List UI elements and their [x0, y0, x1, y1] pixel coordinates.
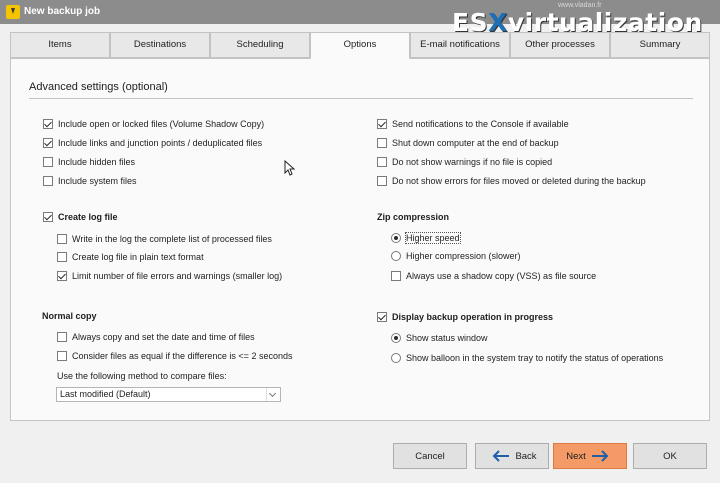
tab-scheduling[interactable]: Scheduling [210, 32, 310, 58]
radio-button[interactable] [391, 233, 401, 243]
window-title: New backup job [24, 6, 101, 17]
checkbox[interactable] [57, 332, 67, 342]
checkbox[interactable] [57, 252, 67, 262]
option-include-system[interactable]: Include system files [43, 174, 137, 188]
tab-bar: Items Destinations Scheduling Options E-… [10, 32, 710, 59]
chevron-down-icon[interactable] [266, 388, 280, 401]
option-include-hidden[interactable]: Include hidden files [43, 155, 135, 169]
normal-copy-heading: Normal copy [42, 311, 97, 321]
app-download-icon [6, 5, 20, 19]
checkbox[interactable] [377, 312, 387, 322]
radio-balloon-tray[interactable]: Show balloon in the system tray to notif… [391, 351, 663, 365]
arrow-left-icon [493, 450, 510, 462]
next-button[interactable]: Next [553, 443, 627, 469]
back-button[interactable]: Back [475, 443, 549, 469]
checkbox[interactable] [57, 271, 67, 281]
checkbox[interactable] [57, 234, 67, 244]
checkbox[interactable] [57, 351, 67, 361]
option-no-errors[interactable]: Do not show errors for files moved or de… [377, 174, 646, 188]
radio-button[interactable] [391, 333, 401, 343]
compare-method-label: Use the following method to compare file… [57, 371, 227, 381]
option-consider-equal[interactable]: Consider files as equal if the differenc… [57, 349, 292, 363]
tab-summary[interactable]: Summary [610, 32, 710, 58]
compare-method-value: Last modified (Default) [60, 389, 151, 399]
option-shutdown[interactable]: Shut down computer at the end of backup [377, 136, 559, 150]
option-create-log[interactable]: Create log file [43, 210, 118, 224]
mouse-cursor-icon [284, 160, 296, 176]
cancel-button[interactable]: Cancel [393, 443, 467, 469]
tab-other-processes[interactable]: Other processes [510, 32, 610, 58]
checkbox[interactable] [391, 271, 401, 281]
checkbox[interactable] [377, 119, 387, 129]
checkbox[interactable] [377, 157, 387, 167]
tab-options[interactable]: Options [310, 32, 410, 59]
arrow-right-icon [591, 450, 609, 462]
option-always-copy-date[interactable]: Always copy and set the date and time of… [57, 330, 255, 344]
footer-bar: Cancel Back Next OK [0, 430, 720, 483]
watermark-logo: www.vladan.fr ESXvirtualization [452, 2, 720, 37]
options-panel: Advanced settings (optional) Include ope… [10, 58, 710, 421]
radio-button[interactable] [391, 353, 401, 363]
option-display-progress[interactable]: Display backup operation in progress [377, 310, 553, 324]
checkbox[interactable] [377, 138, 387, 148]
zip-heading: Zip compression [377, 212, 450, 222]
option-log-limit-errors[interactable]: Limit number of file errors and warnings… [57, 269, 282, 283]
tab-destinations[interactable]: Destinations [110, 32, 210, 58]
compare-method-select[interactable]: Last modified (Default) [56, 387, 281, 402]
checkbox[interactable] [43, 119, 53, 129]
checkbox[interactable] [377, 176, 387, 186]
option-include-links[interactable]: Include links and junction points / dedu… [43, 136, 262, 150]
option-log-complete-list[interactable]: Write in the log the complete list of pr… [57, 232, 272, 246]
checkbox[interactable] [43, 157, 53, 167]
tab-items[interactable]: Items [10, 32, 110, 58]
radio-higher-speed[interactable]: Higher speed [391, 231, 461, 245]
option-no-warnings[interactable]: Do not show warnings if no file is copie… [377, 155, 552, 169]
radio-status-window[interactable]: Show status window [391, 331, 488, 345]
radio-higher-compression[interactable]: Higher compression (slower) [391, 249, 521, 263]
section-title: Advanced settings (optional) [29, 81, 168, 93]
checkbox[interactable] [43, 176, 53, 186]
option-shadow-copy[interactable]: Always use a shadow copy (VSS) as file s… [391, 269, 596, 283]
section-divider [29, 98, 693, 99]
option-log-plain-text[interactable]: Create log file in plain text format [57, 250, 204, 264]
checkbox[interactable] [43, 212, 53, 222]
option-include-open-files[interactable]: Include open or locked files (Volume Sha… [43, 117, 264, 131]
checkbox[interactable] [43, 138, 53, 148]
radio-button[interactable] [391, 251, 401, 261]
ok-button[interactable]: OK [633, 443, 707, 469]
option-send-notifications[interactable]: Send notifications to the Console if ava… [377, 117, 569, 131]
tab-email-notifications[interactable]: E-mail notifications [410, 32, 510, 58]
